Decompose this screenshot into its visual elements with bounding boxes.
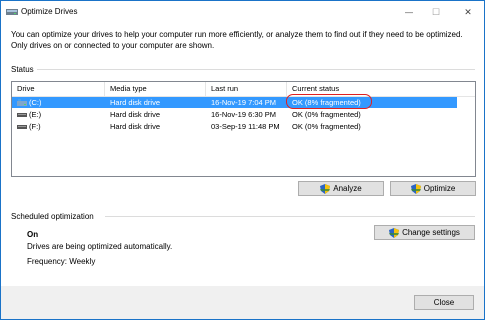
- maximize-button[interactable]: ☐: [421, 1, 451, 23]
- drive-icon: [17, 113, 27, 117]
- optimize-button[interactable]: Optimize: [390, 181, 476, 196]
- column-header-media-type[interactable]: Media type: [105, 82, 206, 96]
- window-title: Optimize Drives: [21, 7, 78, 16]
- last-run: 16-Nov-19 6:30 PM: [211, 110, 277, 119]
- minimize-icon: —: [405, 7, 413, 17]
- drive-row-c[interactable]: (C:) Hard disk drive 16-Nov-19 7:04 PM O…: [12, 97, 457, 108]
- optimize-drives-app-icon: [6, 9, 18, 15]
- last-run: 16-Nov-19 7:04 PM: [211, 98, 277, 107]
- optimize-drives-window: Optimize Drives — ☐ ✕ You can optimize y…: [0, 0, 485, 320]
- uac-shield-icon: [389, 227, 400, 238]
- status-section-label: Status: [11, 65, 34, 74]
- change-settings-button[interactable]: Change settings: [374, 225, 475, 240]
- current-status: OK (0% fragmented): [292, 122, 361, 131]
- analyze-button[interactable]: Analyze: [298, 181, 384, 196]
- close-icon: ✕: [464, 6, 472, 17]
- media-type: Hard disk drive: [110, 110, 161, 119]
- schedule-frequency: Frequency: Weekly: [27, 257, 96, 266]
- drives-list[interactable]: Drive Media type Last run Current status…: [11, 81, 476, 177]
- drives-list-header: Drive Media type Last run Current status: [12, 82, 475, 97]
- drive-row-e[interactable]: (E:) Hard disk drive 16-Nov-19 6:30 PM O…: [12, 109, 457, 120]
- status-divider: [37, 69, 475, 70]
- uac-shield-icon: [320, 183, 331, 194]
- media-type: Hard disk drive: [110, 122, 161, 131]
- drive-icon: [17, 125, 27, 129]
- drive-name: (C:): [29, 98, 42, 107]
- close-button[interactable]: Close: [414, 295, 474, 310]
- column-header-drive[interactable]: Drive: [12, 82, 105, 96]
- close-label: Close: [433, 298, 455, 307]
- scheduled-divider: [105, 216, 475, 217]
- status-highlight-annotation: [286, 94, 372, 109]
- minimize-button[interactable]: —: [394, 1, 424, 23]
- schedule-state: On: [27, 230, 39, 239]
- schedule-message: Drives are being optimized automatically…: [27, 242, 173, 251]
- drive-name: (E:): [29, 110, 42, 119]
- close-window-button[interactable]: ✕: [453, 1, 483, 23]
- maximize-icon: ☐: [431, 6, 441, 17]
- column-header-last-run[interactable]: Last run: [206, 82, 287, 96]
- last-run: 03-Sep-19 11:48 PM: [211, 122, 280, 131]
- drive-name: (F:): [29, 122, 41, 131]
- windows-drive-icon: [17, 99, 27, 106]
- title-bar: Optimize Drives — ☐ ✕: [1, 1, 484, 23]
- analyze-label: Analyze: [333, 184, 362, 193]
- dialog-footer: Close: [1, 286, 484, 319]
- drive-row-f[interactable]: (F:) Hard disk drive 03-Sep-19 11:48 PM …: [12, 121, 457, 132]
- uac-shield-icon: [410, 183, 421, 194]
- change-settings-label: Change settings: [402, 228, 460, 237]
- scheduled-section-label: Scheduled optimization: [11, 212, 94, 221]
- optimize-label: Optimize: [423, 184, 456, 193]
- media-type: Hard disk drive: [110, 98, 161, 107]
- description-text: You can optimize your drives to help you…: [11, 30, 463, 50]
- current-status: OK (0% fragmented): [292, 110, 361, 119]
